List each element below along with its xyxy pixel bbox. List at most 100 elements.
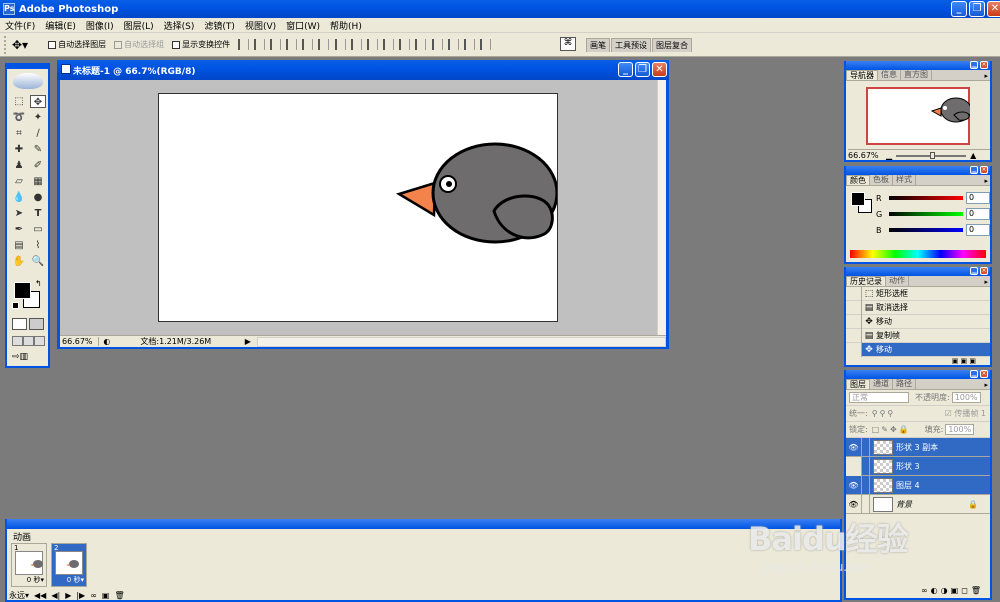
animation-tab[interactable]: 动画 <box>13 530 31 543</box>
pen-tool-icon[interactable]: ✒ <box>11 223 27 236</box>
minimize-button[interactable]: _ <box>951 1 967 17</box>
blue-value-field[interactable]: 0 <box>966 224 990 236</box>
color-fg-swatch[interactable] <box>851 192 865 206</box>
menu-select[interactable]: 选择(S) <box>159 19 200 32</box>
doc-minimize-button[interactable]: _ <box>618 62 633 77</box>
document-title-bar[interactable]: 未标题-1 @ 66.7%(RGB/8) _ ❐ ✕ <box>57 60 669 80</box>
tab-history[interactable]: 历史记录 <box>846 276 886 286</box>
history-brush-tool-icon[interactable]: ✐ <box>30 159 46 172</box>
navigator-zoom-field[interactable]: 66.67% <box>848 151 882 160</box>
options-grip[interactable] <box>4 35 8 54</box>
panel-menu-icon[interactable]: ▸ <box>984 381 990 389</box>
tween-icon[interactable]: ∞ <box>90 591 97 600</box>
visibility-eye-icon[interactable]: 👁 <box>846 494 862 514</box>
photoshop-feather-icon[interactable] <box>13 73 43 89</box>
visibility-toggle[interactable] <box>846 456 862 476</box>
tab-styles[interactable]: 样式 <box>893 175 916 185</box>
tab-channels[interactable]: 通道 <box>870 379 893 389</box>
distribute-buttons-2[interactable] <box>432 39 492 50</box>
show-transform-checkbox[interactable]: 显示变换控件 <box>172 39 230 50</box>
history-item[interactable]: ⬚ 矩形选框 <box>846 286 990 301</box>
move-tool-icon[interactable]: ✥ <box>30 95 46 108</box>
doc-maximize-button[interactable]: ❐ <box>635 62 650 77</box>
navigator-preview[interactable] <box>846 83 990 145</box>
panel-title-bar[interactable]: ▁ × <box>846 370 990 379</box>
move-tool-icon[interactable]: ✥▾ <box>12 38 28 52</box>
shape-tool-icon[interactable]: ▭ <box>30 223 46 236</box>
document-horizontal-scrollbar[interactable] <box>256 336 666 347</box>
loop-select[interactable]: 永远▾ <box>9 590 29 601</box>
eyedropper-tool-icon[interactable]: ⌇ <box>30 239 46 252</box>
type-tool-icon[interactable]: T <box>30 207 46 220</box>
layer-row[interactable]: 形状 3 <box>846 456 990 476</box>
duplicate-frame-icon[interactable]: ▣ <box>102 591 110 600</box>
tab-layers[interactable]: 图层 <box>846 379 870 389</box>
play-icon[interactable]: ▶ <box>65 591 71 600</box>
history-item[interactable]: ✥ 移动 <box>846 314 990 329</box>
layer-row-background[interactable]: 👁 背景 🔒 <box>846 494 990 514</box>
quick-mask-mode-icon[interactable] <box>29 318 44 330</box>
panel-title-bar[interactable]: ▁ × <box>846 267 990 276</box>
zoom-out-icon[interactable]: ▁ <box>886 151 892 160</box>
close-button[interactable]: ✕ <box>987 1 1000 17</box>
tab-swatches[interactable]: 色板 <box>870 175 893 185</box>
panel-minimize-button[interactable]: ▁ <box>970 61 978 69</box>
hand-tool-icon[interactable]: ✋ <box>11 255 27 268</box>
tab-tool-presets[interactable]: 工具预设 <box>611 38 651 52</box>
standard-mode-icon[interactable] <box>12 318 27 330</box>
path-selection-tool-icon[interactable]: ➤ <box>11 207 27 220</box>
panel-menu-icon[interactable]: ▸ <box>984 278 990 286</box>
red-value-field[interactable]: 0 <box>966 192 990 204</box>
navigator-zoom-slider[interactable] <box>896 151 967 159</box>
tab-paths[interactable]: 路径 <box>893 379 916 389</box>
animation-title-bar[interactable] <box>7 519 840 529</box>
opacity-field[interactable]: 100% <box>951 392 981 403</box>
restore-button[interactable]: ❐ <box>969 1 985 17</box>
doc-close-button[interactable]: ✕ <box>652 62 667 77</box>
panel-minimize-button[interactable]: ▁ <box>970 267 978 275</box>
canvas-area[interactable] <box>60 80 657 335</box>
tab-layer-comps[interactable]: 图层复合 <box>652 38 692 52</box>
notes-tool-icon[interactable]: ▤ <box>11 239 27 252</box>
menu-filter[interactable]: 滤镜(T) <box>199 19 240 32</box>
align-buttons[interactable] <box>238 39 330 50</box>
menu-edit[interactable]: 编辑(E) <box>40 19 81 32</box>
layer-row[interactable]: 👁 形状 3 副本 <box>846 437 990 457</box>
visibility-eye-icon[interactable]: 👁 <box>846 475 862 495</box>
slice-tool-icon[interactable]: ∕ <box>30 127 46 140</box>
clone-stamp-tool-icon[interactable]: ♟ <box>11 159 27 172</box>
zoom-in-icon[interactable]: ▲ <box>970 151 976 160</box>
screen-mode-icons[interactable] <box>12 336 45 346</box>
layer-row[interactable]: 👁 图层 4 <box>846 475 990 495</box>
green-value-field[interactable]: 0 <box>966 208 990 220</box>
panel-close-button[interactable]: × <box>980 267 988 275</box>
fill-field[interactable]: 100% <box>945 424 975 435</box>
history-item[interactable]: ▤ 取消选择 <box>846 300 990 315</box>
tab-color[interactable]: 颜色 <box>846 175 870 185</box>
marquee-tool-icon[interactable]: ⬚ <box>11 95 27 108</box>
document-vertical-scrollbar[interactable] <box>657 80 666 335</box>
delete-frame-icon[interactable]: 🗑 <box>114 591 124 600</box>
propagate-frame-checkbox[interactable]: ☑ 传播帧 1 <box>945 408 986 419</box>
next-frame-icon[interactable]: |▶ <box>76 591 85 600</box>
panel-close-button[interactable]: × <box>980 166 988 174</box>
tab-actions[interactable]: 动作 <box>886 276 909 286</box>
auto-select-layer-checkbox[interactable]: 自动选择图层 <box>48 39 106 50</box>
jump-to-imageready-icon[interactable]: ⇨▥ <box>12 352 45 364</box>
swap-colors-icon[interactable]: ↰ <box>35 279 42 288</box>
healing-brush-tool-icon[interactable]: ✚ <box>11 143 27 156</box>
menu-view[interactable]: 视图(V) <box>240 19 281 32</box>
panel-close-button[interactable]: × <box>980 370 988 378</box>
magic-wand-tool-icon[interactable]: ✦ <box>30 111 46 124</box>
gradient-tool-icon[interactable]: ▦ <box>30 175 46 188</box>
menu-image[interactable]: 图像(I) <box>81 19 119 32</box>
lock-icons[interactable]: □✎✥🔒 <box>872 425 911 434</box>
panel-minimize-button[interactable]: ▁ <box>970 166 978 174</box>
history-item[interactable]: ▤ 复制帧 <box>846 328 990 343</box>
menu-help[interactable]: 帮助(H) <box>325 19 367 32</box>
lasso-tool-icon[interactable]: ➰ <box>11 111 27 124</box>
status-menu-arrow-icon[interactable]: ▶ <box>245 337 251 346</box>
crop-tool-icon[interactable]: ⌗ <box>11 127 27 140</box>
panel-title-bar[interactable]: ▁ × <box>846 166 990 175</box>
tab-navigator[interactable]: 导航器 <box>846 70 878 80</box>
